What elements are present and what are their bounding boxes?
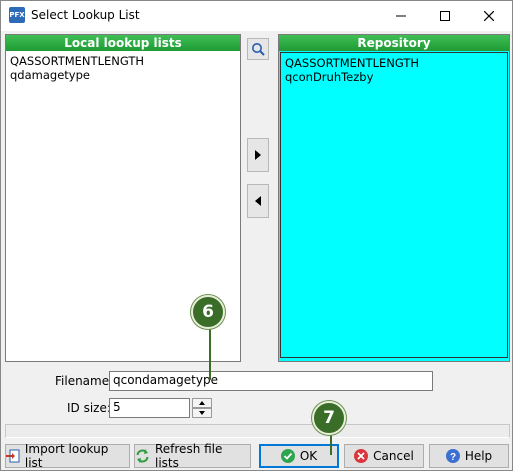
cancel-icon xyxy=(354,449,369,463)
help-button[interactable]: ? Help xyxy=(429,444,509,468)
help-icon: ? xyxy=(445,449,460,463)
callout-6: 6 xyxy=(191,295,225,329)
app-icon: PFX xyxy=(9,7,25,23)
close-button[interactable] xyxy=(467,1,511,31)
search-button[interactable] xyxy=(247,38,269,60)
spin-down-icon xyxy=(199,411,205,415)
cancel-label: Cancel xyxy=(373,449,414,463)
refresh-file-lists-label: Refresh file lists xyxy=(154,442,223,470)
search-icon xyxy=(252,43,265,56)
filename-label: Filename: xyxy=(55,374,114,388)
title-bar: PFX Select Lookup List xyxy=(1,1,512,31)
local-lookup-lists-header: Local lookup lists xyxy=(6,35,240,51)
id-size-up-button[interactable] xyxy=(192,398,212,408)
id-size-label: ID size: xyxy=(67,401,111,415)
callout-7: 7 xyxy=(312,401,346,435)
ok-button[interactable]: OK xyxy=(259,444,339,468)
refresh-file-lists-button[interactable]: Refresh file lists xyxy=(134,442,251,470)
maximize-icon xyxy=(440,11,450,21)
import-icon xyxy=(6,449,20,463)
repository-pane: Repository QASSORTMENTLENGTH qconDruhTez… xyxy=(278,34,510,362)
arrow-right-icon xyxy=(255,150,261,160)
repository-list[interactable]: QASSORTMENTLENGTH qconDruhTezby xyxy=(280,52,508,358)
move-left-button[interactable] xyxy=(247,184,269,218)
checkmark-icon xyxy=(280,449,295,463)
minimize-icon xyxy=(396,15,406,17)
minimize-button[interactable] xyxy=(379,1,423,31)
filename-field[interactable]: qcondamagetype xyxy=(109,371,433,391)
svg-text:?: ? xyxy=(450,452,456,463)
id-size-down-button[interactable] xyxy=(192,408,212,418)
callout-6-line xyxy=(209,327,211,380)
id-size-field[interactable]: 5 xyxy=(109,398,190,418)
ok-label: OK xyxy=(299,449,318,463)
maximize-button[interactable] xyxy=(423,1,467,31)
status-separator xyxy=(5,424,510,438)
local-lookup-list[interactable]: QASSORTMENTLENGTH qdamagetype xyxy=(6,51,240,85)
select-lookup-list-dialog: PFX Select Lookup List Local lookup list… xyxy=(0,0,513,471)
close-icon xyxy=(484,11,494,21)
repository-header: Repository xyxy=(279,35,509,51)
arrow-left-icon xyxy=(255,196,261,206)
spin-up-icon xyxy=(199,401,205,405)
move-right-button[interactable] xyxy=(247,138,269,172)
list-item[interactable]: QASSORTMENTLENGTH xyxy=(8,54,238,68)
cancel-button[interactable]: Cancel xyxy=(344,444,424,468)
window-title: Select Lookup List xyxy=(31,8,140,22)
import-lookup-list-label: Import lookup list xyxy=(24,442,109,470)
list-item[interactable]: qdamagetype xyxy=(8,68,238,82)
list-item[interactable]: QASSORTMENTLENGTH xyxy=(283,56,505,70)
list-item[interactable]: qconDruhTezby xyxy=(283,70,505,84)
refresh-icon xyxy=(136,449,149,463)
import-lookup-list-button[interactable]: Import lookup list xyxy=(5,442,130,470)
help-label: Help xyxy=(464,449,493,463)
